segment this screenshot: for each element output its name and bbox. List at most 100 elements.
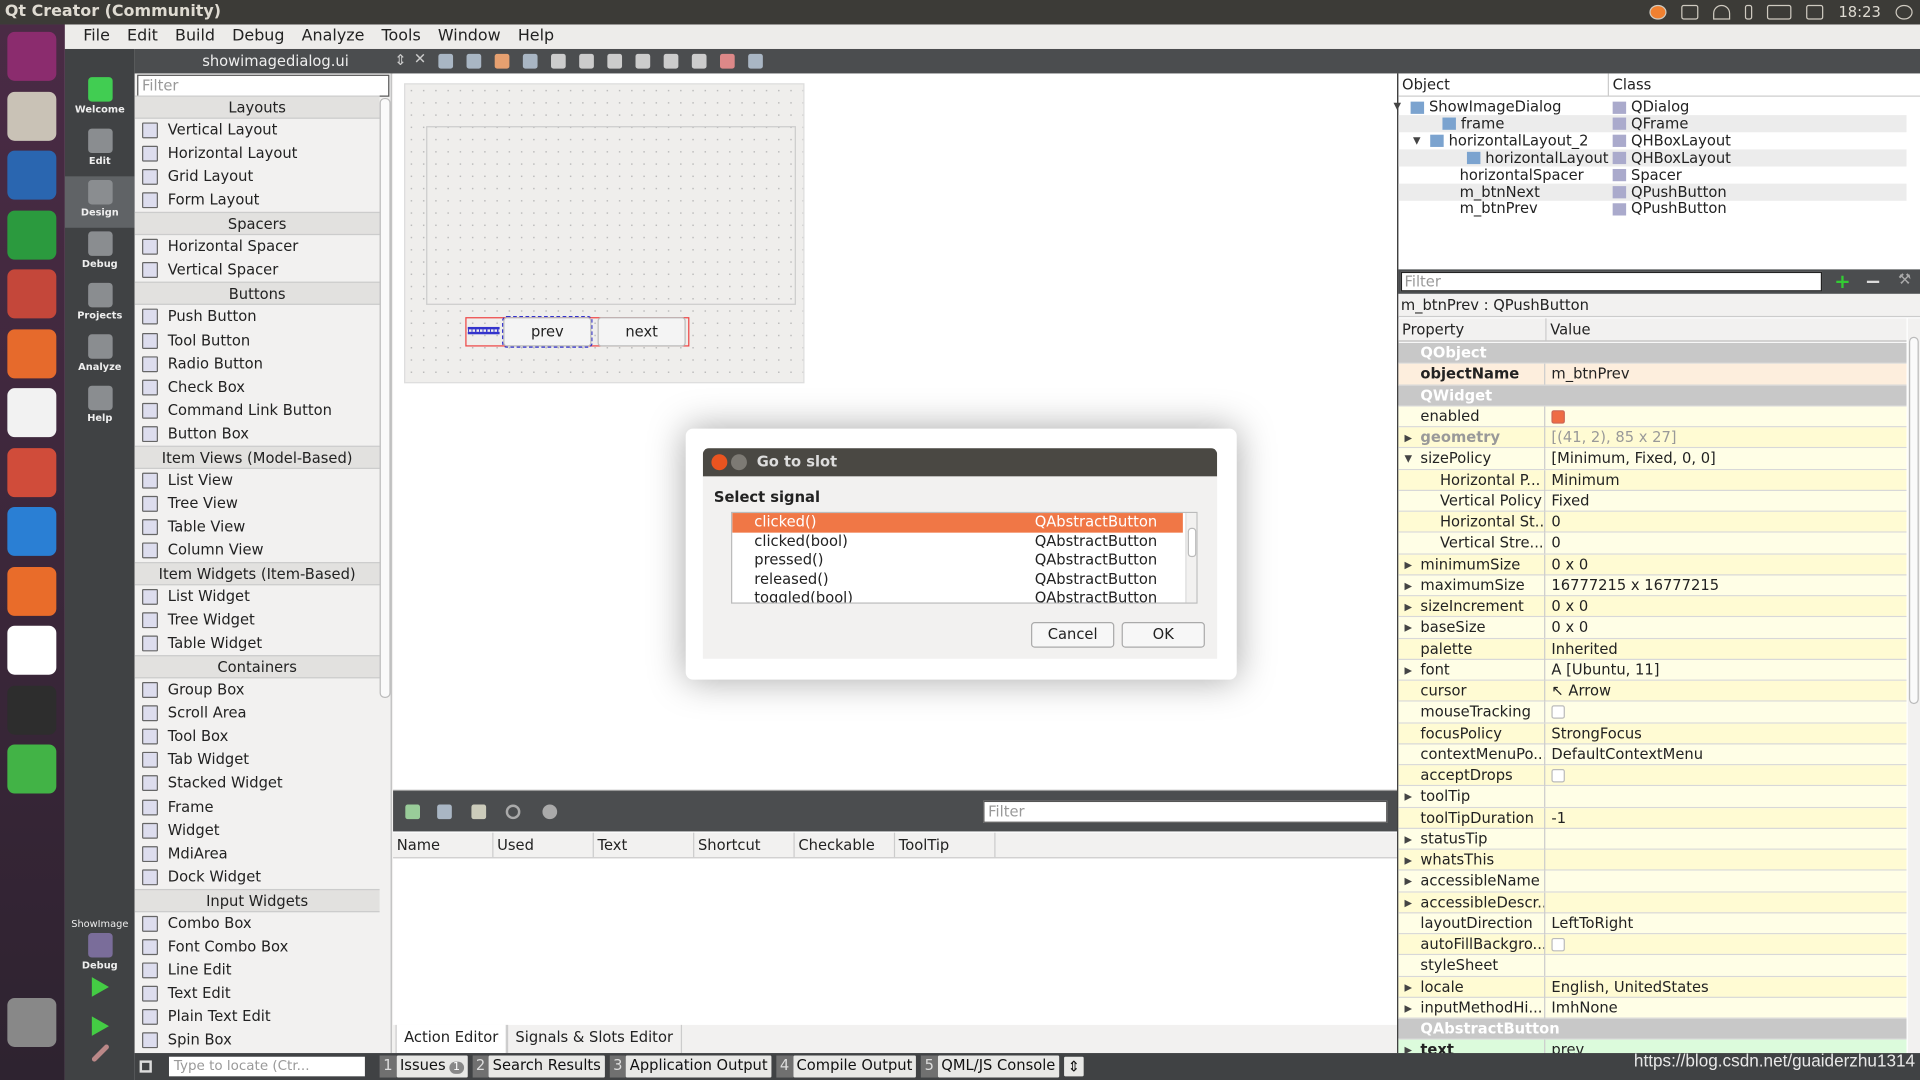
build-button[interactable] — [65, 1038, 135, 1075]
widget-item[interactable]: Plain Text Edit — [135, 1005, 380, 1028]
updates-icon[interactable] — [1649, 4, 1668, 20]
document-selector[interactable]: showimagedialog.ui — [135, 49, 417, 73]
widget-category[interactable]: Layouts — [134, 95, 380, 119]
tab-signals-slots-editor[interactable]: Signals & Slots Editor — [506, 1024, 682, 1055]
widget-item[interactable]: Command Link Button — [135, 399, 380, 422]
signal-row[interactable]: released() QAbstractButton — [732, 570, 1183, 589]
widget-item[interactable]: Vertical Layout — [135, 119, 380, 142]
widget-item[interactable]: Tool Box — [135, 725, 380, 748]
property-value[interactable]: 0 — [1551, 512, 1560, 533]
expand-arrow-icon[interactable]: ▶ — [1404, 977, 1412, 998]
property-row[interactable]: ▶ baseSize 0 x 0 — [1398, 617, 1907, 639]
expand-arrow-icon[interactable]: ▼ — [1393, 98, 1401, 115]
calc-icon[interactable] — [7, 210, 57, 259]
property-value[interactable]: English, UnitedStates — [1551, 977, 1708, 998]
expand-arrow-icon[interactable]: ▶ — [1404, 998, 1412, 1019]
widget-item[interactable]: Dock Widget — [135, 865, 380, 888]
property-filter-input[interactable]: Filter — [1400, 271, 1823, 292]
property-value[interactable]: StrongFocus — [1551, 723, 1641, 744]
widget-item[interactable]: Text Edit — [135, 982, 380, 1005]
property-value[interactable]: DefaultContextMenu — [1551, 744, 1703, 765]
output-pane-qml-js-console[interactable]: 5 QML/JS Console — [920, 1055, 1060, 1078]
widget-item[interactable]: Tab Widget — [135, 749, 380, 772]
locator-input[interactable]: Type to locate (Ctr... — [168, 1056, 365, 1077]
document-switch-icon[interactable]: ⇕ — [394, 51, 406, 68]
property-row[interactable]: contextMenuPo... DefaultContextMenu — [1398, 744, 1907, 766]
property-value[interactable]: m_btnPrev — [1551, 364, 1629, 385]
signal-row[interactable]: clicked() QAbstractButton — [732, 513, 1183, 533]
property-row[interactable]: ▶ whatsThis — [1398, 849, 1907, 871]
column-header-name[interactable]: Name — [393, 832, 494, 858]
mode-help[interactable]: Help — [65, 382, 135, 433]
next-button[interactable]: next — [597, 317, 686, 347]
terminal-icon[interactable] — [7, 685, 57, 735]
expand-arrow-icon[interactable]: ▼ — [1413, 132, 1421, 149]
property-value[interactable]: Fixed — [1551, 491, 1589, 512]
column-header-text[interactable]: Text — [594, 832, 695, 858]
expand-arrow-icon[interactable]: ▶ — [1404, 660, 1412, 681]
widget-item[interactable]: Combo Box — [135, 912, 380, 935]
property-row[interactable]: ▼ sizePolicy [Minimum, Fixed, 0, 0] — [1398, 448, 1907, 470]
layout-horizontal-icon[interactable] — [551, 53, 566, 69]
add-dynamic-property-icon[interactable]: + — [1834, 269, 1850, 292]
property-column-header[interactable]: Property — [1398, 318, 1547, 341]
impress-icon[interactable] — [7, 269, 57, 319]
files-icon[interactable] — [7, 91, 57, 141]
menu-window[interactable]: Window — [429, 24, 509, 48]
gear-icon[interactable] — [1895, 4, 1913, 20]
output-pane-search-results[interactable]: 2 Search Results — [472, 1055, 605, 1078]
widget-item[interactable]: Font Combo Box — [135, 935, 380, 958]
edit-signals-slots-icon[interactable] — [466, 53, 482, 69]
widget-category[interactable]: Input Widgets — [134, 888, 380, 912]
form-showimagedialog[interactable]: prev next — [404, 83, 805, 384]
configure-wrench-icon[interactable]: ⚒ — [1898, 271, 1911, 288]
property-value-checkbox[interactable] — [1551, 934, 1565, 955]
property-row[interactable]: ▶ geometry [(41, 2), 85 x 27] — [1398, 427, 1907, 449]
layout-grid-icon[interactable] — [691, 53, 707, 69]
paste-action-icon[interactable] — [471, 804, 487, 820]
expand-arrow-icon[interactable]: ▶ — [1404, 850, 1412, 871]
edit-widgets-icon[interactable] — [438, 53, 454, 69]
widget-item[interactable]: MdiArea — [135, 842, 380, 865]
qt-creator-icon[interactable] — [7, 744, 57, 794]
mode-analyze[interactable]: Analyze — [65, 331, 135, 382]
property-value[interactable]: [(41, 2), 85 x 27] — [1551, 427, 1676, 448]
expand-arrow-icon[interactable]: ▶ — [1404, 596, 1412, 617]
tab-action-editor[interactable]: Action Editor — [395, 1024, 507, 1055]
property-row[interactable]: ▶ accessibleName — [1398, 870, 1907, 893]
property-row[interactable]: acceptDrops — [1398, 765, 1907, 787]
value-column-header[interactable]: Value — [1547, 318, 1590, 340]
remove-property-icon[interactable]: − — [1865, 269, 1881, 292]
property-row[interactable]: Vertical Stre... 0 — [1398, 532, 1907, 555]
toggle-sidebar-icon[interactable] — [139, 1060, 152, 1073]
column-header-used[interactable]: Used — [493, 832, 594, 858]
property-row[interactable]: enabled — [1398, 406, 1907, 428]
object-tree-row[interactable]: m_btnPrev QPushButton — [1398, 200, 1906, 217]
system-settings-icon[interactable] — [7, 447, 57, 497]
widget-box-scrollbar[interactable] — [379, 97, 391, 698]
signal-list-scrollbar[interactable] — [1185, 513, 1197, 603]
ubuntu-updates-icon[interactable] — [7, 566, 57, 616]
property-row[interactable]: ▶ maximumSize 16777215 x 16777215 — [1398, 575, 1907, 597]
property-value[interactable]: 0 — [1551, 533, 1560, 554]
widget-item[interactable]: Group Box — [135, 679, 380, 702]
widget-item[interactable]: List View — [135, 469, 380, 492]
clock[interactable]: 18:23 — [1838, 4, 1880, 21]
cancel-button[interactable]: Cancel — [1031, 622, 1115, 648]
output-pane-compile-output[interactable]: 4 Compile Output — [776, 1055, 917, 1078]
layout-v-splitter-icon[interactable] — [635, 53, 651, 69]
widget-item[interactable]: Push Button — [135, 305, 380, 328]
checkbox-checked[interactable] — [1551, 409, 1565, 424]
break-layout-icon[interactable] — [720, 53, 735, 69]
software-center-icon[interactable] — [7, 328, 57, 378]
property-value[interactable]: 0 x 0 — [1551, 596, 1588, 617]
layout-form-icon[interactable] — [663, 53, 679, 69]
menu-edit[interactable]: Edit — [118, 24, 166, 48]
property-row[interactable]: cursor ↖ Arrow — [1398, 680, 1907, 702]
writer-icon[interactable] — [7, 150, 57, 200]
expand-arrow-icon[interactable]: ▶ — [1404, 575, 1412, 596]
close-document-icon[interactable]: ✕ — [414, 50, 426, 67]
widget-item[interactable]: List Widget — [135, 585, 380, 608]
widget-item[interactable]: Spin Box — [135, 1029, 380, 1052]
bluetooth-icon[interactable] — [1745, 4, 1753, 20]
